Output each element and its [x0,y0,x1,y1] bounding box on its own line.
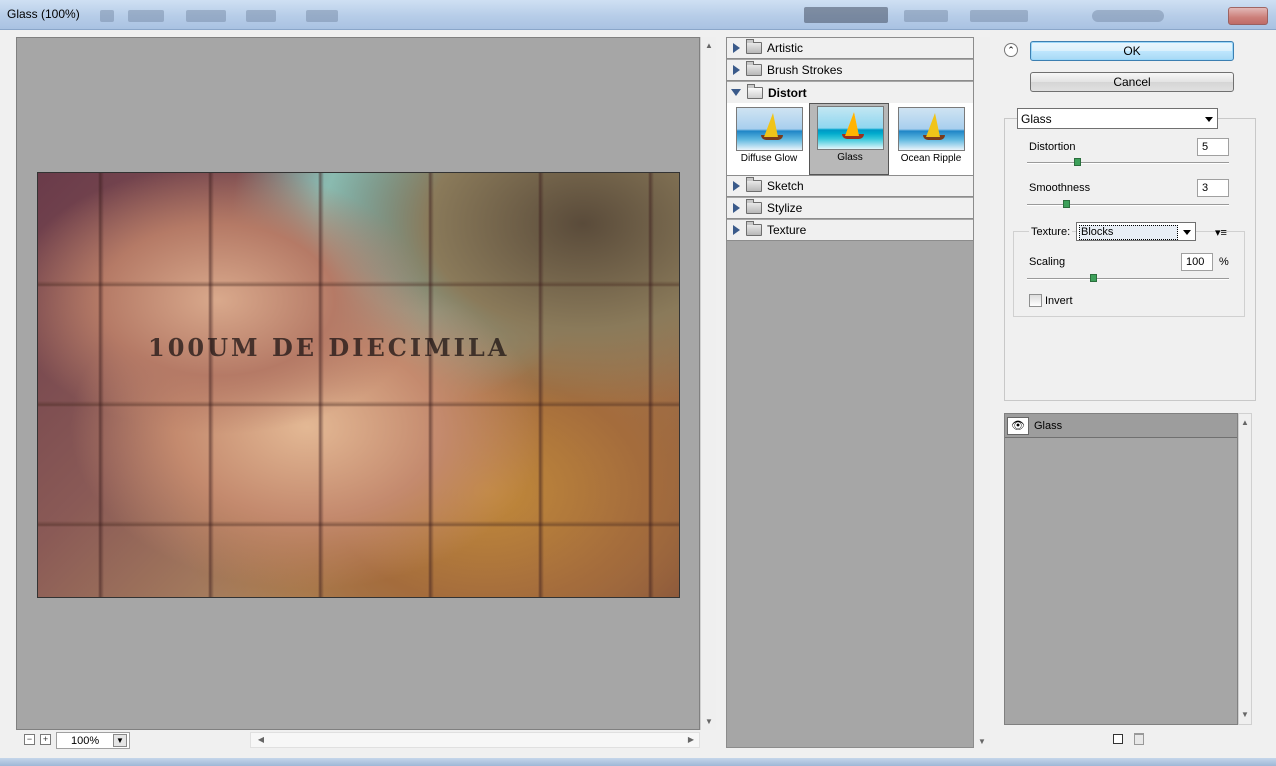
scroll-down-arrow-icon[interactable]: ▼ [1238,710,1252,719]
folder-icon [746,61,762,76]
texture-select[interactable]: Blocks [1076,222,1196,241]
window-bottom-frame [0,758,1276,766]
category-label: Stylize [767,201,803,215]
texture-select-value: Blocks [1079,225,1178,240]
category-label: Distort [768,85,807,100]
smoothness-field[interactable]: 3 [1197,179,1229,197]
invert-label: Invert [1045,295,1073,307]
scroll-up-arrow-icon[interactable]: ▲ [701,41,717,50]
effect-layers-panel [1004,413,1238,725]
background-workspace-tab [904,10,948,22]
filter-gallery-list: Artistic Brush Strokes Distort Diffuse G… [726,37,974,748]
distort-thumbnails: Diffuse Glow Glass Ocean Ripple [727,103,973,176]
chevron-down-icon [1205,117,1213,122]
sailboat-thumbnail [736,107,803,151]
folder-icon [746,199,762,214]
smoothness-label: Smoothness [1029,182,1091,194]
distortion-field[interactable]: 5 [1197,138,1229,156]
preview-image[interactable]: 100UM DE DIECIMILA [37,172,680,598]
category-brush-strokes[interactable]: Brush Strokes [727,60,973,81]
texture-menu-icon[interactable]: ▾≡ [1215,226,1227,239]
filter-list-scrollbar[interactable]: ▼ [974,37,990,748]
distortion-slider-thumb[interactable] [1073,158,1081,166]
filter-select[interactable]: Glass [1017,108,1218,129]
window-title: Glass (100%) [7,7,80,21]
trash-icon[interactable] [1134,733,1144,745]
scaling-slider-thumb[interactable] [1089,274,1097,282]
expand-arrow-icon[interactable] [733,43,740,53]
scroll-left-arrow-icon[interactable]: ◀ [253,735,269,744]
filter-thumb-label: Ocean Ripple [900,153,962,164]
effect-layer-row[interactable]: Glass [1005,414,1237,438]
ok-button[interactable]: OK [1030,41,1234,61]
category-label: Sketch [767,179,804,193]
background-app-icon [100,10,114,22]
preview-horizontal-scrollbar[interactable]: ◀ ▶ [250,732,700,748]
background-app-icon [306,10,338,22]
expand-arrow-icon[interactable] [733,203,740,213]
scroll-down-arrow-icon[interactable]: ▼ [974,737,990,746]
open-folder-icon [747,83,763,99]
category-label: Brush Strokes [767,63,843,77]
background-app-icon [186,10,226,22]
category-label: Artistic [767,41,803,55]
expand-arrow-icon[interactable] [733,65,740,75]
expand-arrow-icon[interactable] [733,181,740,191]
zoom-dropdown-icon[interactable]: ▼ [113,734,127,747]
background-search [1092,10,1164,22]
smoothness-slider-thumb[interactable] [1063,200,1071,208]
filter-thumb-label: Diffuse Glow [740,153,798,164]
title-bar: Glass (100%) [0,0,1276,30]
category-distort[interactable]: Distort [727,82,973,103]
filter-thumb-label: Glass [837,152,863,163]
folder-icon [746,177,762,192]
category-sketch[interactable]: Sketch [727,176,973,197]
visibility-eye-icon[interactable]: 👁 [1007,417,1029,435]
category-artistic[interactable]: Artistic [727,38,973,59]
scaling-field[interactable]: 100 [1181,253,1213,271]
background-app-icon [128,10,164,22]
new-effect-layer-icon[interactable] [1113,734,1123,744]
cancel-button[interactable]: Cancel [1030,72,1234,92]
chevron-down-icon [1183,230,1191,235]
collapse-gallery-icon[interactable]: ⌃ [1004,43,1018,57]
collapse-arrow-icon[interactable] [731,89,741,96]
effect-layer-label: Glass [1034,420,1063,432]
zoom-out-button[interactable]: − [24,734,35,745]
background-app-icon [246,10,276,22]
folder-icon [746,39,762,54]
filter-thumb-glass[interactable]: Glass [809,103,889,175]
effect-layers-scrollbar[interactable]: ▲ ▼ [1238,413,1252,725]
category-stylize[interactable]: Stylize [727,198,973,219]
scroll-right-arrow-icon[interactable]: ▶ [683,735,699,744]
distortion-slider[interactable] [1027,162,1229,164]
scaling-slider[interactable] [1027,278,1229,280]
filter-thumb-diffuse-glow[interactable]: Diffuse Glow [729,105,809,175]
scaling-label: Scaling [1029,256,1066,268]
distortion-label: Distortion [1029,141,1076,153]
folder-icon [746,221,762,236]
texture-label: Texture: [1029,226,1073,238]
preview-image-text: 100UM DE DIECIMILA [148,333,510,362]
scroll-down-arrow-icon[interactable]: ▼ [701,717,717,726]
background-workspace-tab [970,10,1028,22]
filter-thumb-ocean-ripple[interactable]: Ocean Ripple [891,105,971,175]
category-label: Texture [767,223,807,237]
scaling-unit: % [1219,256,1229,268]
invert-checkbox[interactable] [1029,294,1042,307]
close-button[interactable] [1228,7,1268,25]
preview-vertical-scrollbar[interactable]: ▲ ▼ [700,37,716,730]
background-workspace-tab [804,7,888,23]
sailboat-thumbnail [817,106,884,150]
zoom-in-button[interactable]: + [40,734,51,745]
zoom-bar: − + 100% ▼ ◀ ▶ [16,730,716,750]
smoothness-slider[interactable] [1027,204,1229,206]
scroll-up-arrow-icon[interactable]: ▲ [1238,418,1252,427]
filter-select-value: Glass [1021,112,1052,126]
expand-arrow-icon[interactable] [733,225,740,235]
category-texture[interactable]: Texture [727,220,973,241]
sailboat-thumbnail [898,107,965,151]
